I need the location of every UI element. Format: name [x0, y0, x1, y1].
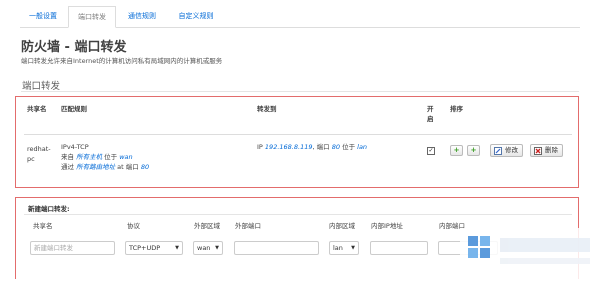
page-title: 防火墙 - 端口转发 — [21, 40, 127, 55]
edit-button[interactable]: 修改 — [490, 144, 523, 157]
from-prefix: 来自 — [61, 153, 74, 161]
new-rule-title: 新建端口转发: — [28, 205, 70, 213]
header-forward-to: 转发到 — [257, 105, 277, 113]
rule-protocol: IPv4-TCP — [61, 143, 89, 151]
table-row-divider — [24, 134, 572, 135]
delete-label: 删除 — [545, 146, 558, 154]
new-rule-divider — [24, 214, 572, 215]
int-zone-value: lan — [333, 244, 343, 252]
header-enable: 开启 — [427, 105, 434, 123]
from-hosts-link[interactable]: 所有主机 — [76, 153, 102, 161]
rule-name: redhat-pc — [27, 145, 51, 163]
move-up-button[interactable]: + — [450, 145, 463, 156]
via-port-link[interactable]: 80 — [141, 163, 149, 171]
from-zone-prefix: 位于 — [104, 153, 118, 161]
int-zone-select[interactable]: lan ▼ — [329, 241, 359, 255]
ext-port-input[interactable] — [234, 241, 319, 255]
tab-bar: 一般设置 端口转发 通信规则 自定义规则 — [20, 6, 580, 28]
edit-icon — [494, 147, 502, 155]
rule-via: 通过 所有路由地址 at 端口 80 — [61, 162, 149, 172]
header-match: 匹配规则 — [61, 105, 87, 113]
page-description: 端口转发允许来自Internet的计算机访问私有局域网内的计算机或服务 — [21, 57, 223, 65]
section-title: 端口转发 — [22, 81, 61, 92]
forward-port-link[interactable]: 80 — [332, 143, 340, 151]
ext-zone-value: wan — [197, 244, 211, 252]
tab-port-forwarding[interactable]: 端口转发 — [68, 6, 116, 28]
chevron-down-icon: ▼ — [351, 245, 355, 251]
header-name: 共享名 — [27, 105, 47, 113]
new-header-name: 共享名 — [33, 222, 53, 230]
new-header-ext-port: 外部端口 — [235, 222, 261, 230]
chevron-down-icon: ▼ — [175, 245, 179, 251]
new-header-protocol: 协议 — [127, 222, 140, 230]
forward-zone-link[interactable]: lan — [357, 143, 367, 151]
tab-general-settings[interactable]: 一般设置 — [24, 6, 62, 26]
new-header-int-ip: 内部IP地址 — [371, 222, 403, 230]
tab-traffic-rules[interactable]: 通信规则 — [120, 6, 164, 26]
int-ip-input[interactable] — [370, 241, 428, 255]
via-prefix: 通过 — [61, 163, 74, 171]
via-address-link[interactable]: 所有路由地址 — [76, 163, 115, 171]
plus-icon: + — [453, 146, 460, 154]
watermark-logo — [460, 228, 600, 279]
forward-port-prefix: , 端口 — [312, 143, 330, 151]
via-port-prefix: at 端口 — [117, 163, 139, 171]
protocol-select[interactable]: TCP+UDP ▼ — [125, 241, 183, 255]
tab-custom-rules[interactable]: 自定义规则 — [170, 6, 222, 26]
section-divider — [21, 91, 579, 92]
enable-checkbox[interactable]: ✓ — [427, 147, 435, 155]
plus-icon: + — [470, 146, 477, 154]
new-header-ext-zone: 外部区域 — [194, 222, 220, 230]
rule-forward: IP 192.168.8.119, 端口 80 位于 lan — [257, 142, 367, 152]
move-down-button[interactable]: + — [467, 145, 480, 156]
edit-label: 修改 — [505, 146, 518, 154]
header-sort: 排序 — [450, 105, 463, 113]
protocol-value: TCP+UDP — [129, 244, 161, 252]
forward-ip-link[interactable]: 192.168.8.119 — [265, 143, 313, 151]
ext-zone-select[interactable]: wan ▼ — [193, 241, 223, 255]
new-header-int-zone: 内部区域 — [329, 222, 355, 230]
rule-from: 来自 所有主机 位于 wan — [61, 152, 133, 162]
delete-icon — [534, 147, 542, 155]
forward-zone-prefix: 位于 — [342, 143, 356, 151]
forward-prefix: IP — [257, 143, 263, 151]
from-zone-link[interactable]: wan — [119, 153, 132, 161]
new-name-input[interactable]: 新建端口转发 — [30, 241, 115, 255]
watermark-graphic — [468, 236, 590, 264]
delete-button[interactable]: 删除 — [530, 144, 563, 157]
chevron-down-icon: ▼ — [215, 245, 219, 251]
